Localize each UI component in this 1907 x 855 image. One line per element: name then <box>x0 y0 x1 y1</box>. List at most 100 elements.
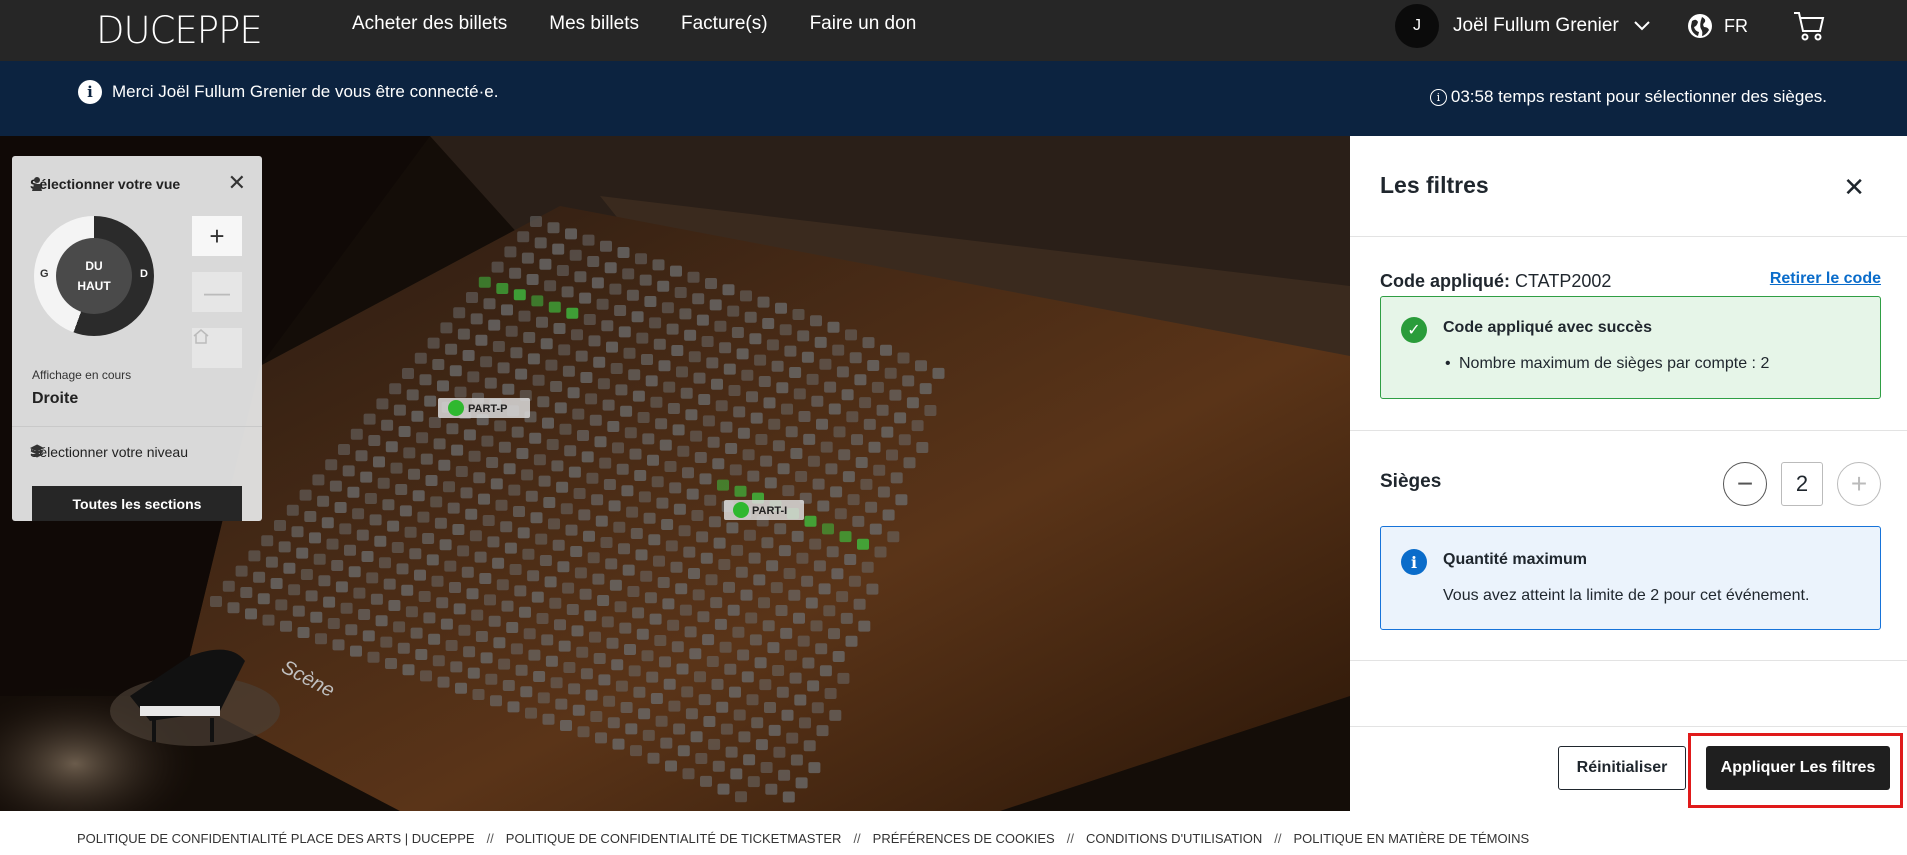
available-seat[interactable] <box>717 479 729 491</box>
seat <box>253 571 266 583</box>
section-marker-part-p[interactable]: PART-P <box>438 398 530 418</box>
seat <box>501 600 514 612</box>
footer-link-cookie-preferences[interactable]: PRÉFÉRENCES DE COOKIES <box>873 831 1055 846</box>
reset-view-button[interactable] <box>192 328 242 368</box>
seat <box>559 423 572 435</box>
footer-link-witness-policy[interactable]: POLITIQUE EN MATIÈRE DE TÉMOINS <box>1294 831 1530 846</box>
seat <box>481 435 494 447</box>
increase-seats-button[interactable]: + <box>1837 462 1881 506</box>
section-marker-part-i[interactable]: PART-I <box>724 500 804 520</box>
seat <box>393 621 406 633</box>
nav-my-tickets[interactable]: Mes billets <box>549 13 639 35</box>
language-selector[interactable]: FR <box>1686 12 1748 40</box>
dial-center-button[interactable]: DU HAUT <box>56 238 132 314</box>
available-seat[interactable] <box>548 301 561 313</box>
seat <box>701 336 714 347</box>
seat <box>689 648 702 660</box>
close-icon[interactable]: ✕ <box>1843 172 1865 203</box>
dial-left-label[interactable]: G <box>40 268 49 280</box>
seat <box>642 433 655 445</box>
available-seat[interactable] <box>734 485 747 497</box>
seat <box>280 620 292 632</box>
footer-link-privacy-ticketmaster[interactable]: POLITIQUE DE CONFIDENTIALITÉ DE TICKETMA… <box>506 831 842 846</box>
cart-button[interactable] <box>1792 10 1826 47</box>
seat <box>873 464 886 476</box>
available-seat[interactable] <box>804 515 817 527</box>
seat <box>705 278 717 289</box>
seat <box>488 319 501 331</box>
zoom-in-button[interactable]: + <box>192 216 242 256</box>
remove-code-link[interactable]: Retirer le code <box>1770 270 1881 288</box>
seat-map[interactable]: Scène PART-P PART-I Sélectionner votre v… <box>0 136 1350 811</box>
seat <box>841 389 854 401</box>
seat <box>396 563 409 575</box>
seat <box>387 520 400 532</box>
available-seat[interactable] <box>496 283 509 294</box>
user-menu[interactable]: J Joël Fullum Grenier <box>1395 4 1651 48</box>
seat <box>846 411 859 423</box>
close-icon[interactable]: ✕ <box>228 172 246 194</box>
nav-donate[interactable]: Faire un don <box>810 13 917 35</box>
reset-button[interactable]: Réinitialiser <box>1558 746 1686 790</box>
seat <box>801 575 814 587</box>
seat <box>572 704 585 716</box>
available-seat[interactable] <box>839 531 852 543</box>
seat <box>699 473 712 485</box>
available-seat[interactable] <box>531 295 544 307</box>
seat <box>504 246 517 258</box>
seats-quantity-input[interactable]: 2 <box>1781 462 1823 506</box>
seat <box>813 560 826 572</box>
seat <box>313 553 326 565</box>
seat <box>210 596 222 607</box>
seat <box>718 559 731 570</box>
view-dial[interactable]: G D DU HAUT <box>34 216 154 336</box>
seat <box>554 619 566 631</box>
seat <box>332 639 345 651</box>
seat <box>789 672 802 684</box>
available-seat[interactable] <box>857 538 869 550</box>
seat <box>544 280 557 292</box>
seat <box>650 693 663 704</box>
seat <box>674 287 687 298</box>
seat <box>445 343 458 355</box>
seat <box>560 503 573 515</box>
seat <box>379 557 391 569</box>
zoom-out-button[interactable]: — <box>192 272 242 312</box>
decrease-seats-button[interactable]: − <box>1723 462 1767 506</box>
seat <box>758 597 770 609</box>
nav-invoices[interactable]: Facture(s) <box>681 13 768 35</box>
seat <box>737 649 750 661</box>
available-seat[interactable] <box>478 276 491 288</box>
available-seat[interactable] <box>513 289 526 301</box>
seat <box>723 581 735 593</box>
seat <box>576 646 589 658</box>
seat <box>661 519 674 530</box>
dial-right-label[interactable]: D <box>140 268 148 280</box>
seat <box>432 655 445 667</box>
available-seat[interactable] <box>822 523 834 535</box>
available-seat[interactable] <box>566 307 579 319</box>
brand-logo[interactable]: DUCEPPE <box>96 9 263 52</box>
seat <box>375 615 388 627</box>
all-sections-button[interactable]: Toutes les sections <box>32 486 242 521</box>
seat <box>562 582 575 594</box>
seat <box>842 471 855 483</box>
seat <box>773 746 786 758</box>
seat <box>859 397 872 409</box>
seat <box>911 420 924 432</box>
footer-link-privacy-pda[interactable]: POLITIQUE DE CONFIDENTIALITÉ PLACE DES A… <box>77 831 475 846</box>
seat <box>428 417 441 428</box>
seat <box>478 493 490 505</box>
seat <box>510 347 523 359</box>
level-selector-toggle[interactable]: Sélectionner votre niveau <box>30 444 245 460</box>
seat <box>730 768 743 780</box>
seat <box>777 463 790 475</box>
seat <box>367 651 380 663</box>
seat <box>753 574 766 586</box>
seat <box>611 659 624 671</box>
seat <box>345 624 358 636</box>
seat <box>758 376 771 387</box>
nav-buy-tickets[interactable]: Acheter des billets <box>352 13 507 35</box>
seat <box>551 460 564 472</box>
footer-link-terms[interactable]: CONDITIONS D'UTILISATION <box>1086 831 1262 846</box>
